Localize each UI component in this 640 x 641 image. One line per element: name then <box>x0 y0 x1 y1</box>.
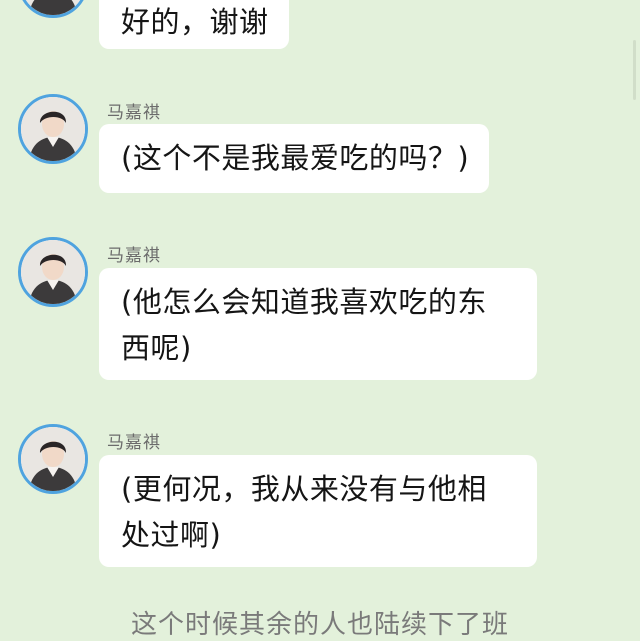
message-bubble[interactable]: (更何况，我从来没有与他相 处过啊) <box>99 455 537 567</box>
chat-view[interactable]: 好的，谢谢 马嘉祺 (这个不是我最爱吃的吗？) 马嘉祺 (他怎么会知道我喜欢吃的… <box>0 0 640 640</box>
sender-name: 马嘉祺 <box>107 103 161 123</box>
scrollbar[interactable] <box>633 40 636 100</box>
narration-text: 这个时候其余的人也陆续下了班 <box>130 610 509 640</box>
avatar[interactable] <box>18 0 88 18</box>
sender-name: 马嘉祺 <box>107 246 161 266</box>
avatar[interactable] <box>18 237 88 307</box>
avatar[interactable] <box>18 424 88 494</box>
message-bubble[interactable]: (这个不是我最爱吃的吗？) <box>99 124 490 193</box>
message-bubble[interactable]: (他怎么会知道我喜欢吃的东 西呢) <box>99 268 537 380</box>
message-bubble[interactable]: 好的，谢谢 <box>99 0 289 49</box>
sender-name: 马嘉祺 <box>107 433 161 453</box>
avatar[interactable] <box>18 94 88 164</box>
